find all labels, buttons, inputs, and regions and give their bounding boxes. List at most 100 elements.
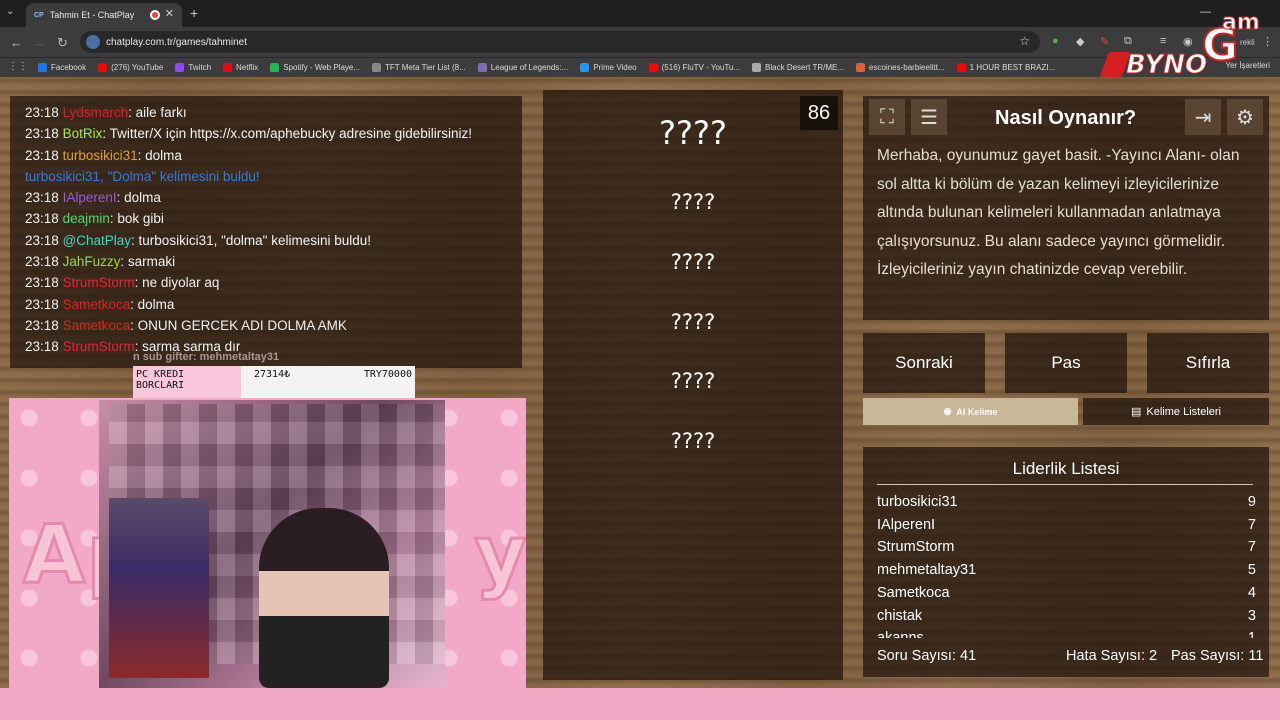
player-name: akanns — [877, 630, 924, 638]
leaderboard-row: Sametkoca 4 — [877, 585, 1256, 601]
bookmark-item[interactable]: Black Desert TR/ME... — [752, 63, 844, 72]
chat-message: 23:18 turbosikici31: dolma — [25, 145, 522, 166]
chat-username[interactable]: StrumStorm — [63, 275, 135, 290]
site-info-icon[interactable] — [86, 35, 100, 49]
fullscreen-icon[interactable]: ⛶ — [869, 99, 905, 135]
bookmark-item[interactable]: Prime Video — [580, 63, 637, 72]
chat-text: : ONUN GERCEK ADI DOLMA AMK — [130, 317, 347, 333]
bookmark-label: Prime Video — [593, 63, 637, 72]
list-icon: ▤ — [1131, 406, 1142, 418]
bookmark-item[interactable]: League of Legends:... — [477, 63, 569, 72]
bookmark-label: 1 HOUR BEST BRAZI... — [969, 63, 1056, 72]
chat-username[interactable]: Sametkoca — [63, 297, 131, 312]
chat-text: : dolma — [116, 190, 161, 206]
bookmark-item[interactable]: Facebook — [38, 63, 86, 72]
bookmark-favicon-icon — [477, 63, 487, 72]
bookmark-item[interactable]: Spotify - Web Playe... — [270, 63, 360, 72]
gear-icon[interactable]: ⚙ — [1227, 99, 1263, 135]
chat-text: : bok gibi — [109, 211, 164, 227]
chat-username[interactable]: BotRix — [63, 126, 103, 141]
bookmark-item[interactable]: escoines-barbieelitt... — [856, 63, 945, 72]
new-tab-button[interactable]: + — [190, 5, 198, 21]
player-name: chistak — [877, 607, 923, 624]
question-count: Soru Sayısı: 41 — [877, 648, 977, 664]
extension-icon[interactable]: ◆ — [1076, 35, 1084, 48]
bookmark-label: (516) FluTV - YouTu... — [661, 63, 741, 72]
error-count: Hata Sayısı: 2 — [1066, 648, 1158, 664]
bookmark-item[interactable]: Netflix — [223, 63, 258, 72]
bookmark-favicon-icon — [752, 63, 762, 72]
bookmark-star-icon[interactable]: ☆ — [1019, 34, 1030, 48]
tab-ai-word[interactable]: ◉ AI Kelime — [863, 398, 1078, 425]
chat-time: 23:18 — [25, 211, 59, 227]
browser-tab[interactable]: CP Tahmin Et - ChatPlay ✕ — [26, 3, 182, 27]
bookmark-label: (276) YouTube — [111, 63, 164, 72]
bookmark-item[interactable]: Twitch — [175, 63, 211, 72]
stream-logo: BYNO G am — [1099, 10, 1260, 81]
pass-button[interactable]: Pas — [1005, 333, 1127, 393]
player-name: IAlperenI — [877, 516, 936, 533]
chat-panel: 23:18 Lydsmarch: aile farkı 23:18 BotRix:… — [10, 96, 522, 368]
bookmark-favicon-icon — [270, 63, 280, 72]
chat-username[interactable]: turbosikici31 — [63, 148, 138, 163]
chat-time: 23:18 — [25, 275, 59, 291]
leaderboard-row: akanns 1 — [877, 630, 1256, 638]
chat-message: 23:18 deajmin: bok gibi — [25, 208, 522, 229]
url-text: chatplay.com.tr/games/tahminet — [106, 36, 247, 48]
chat-username[interactable]: IAlperenI — [63, 190, 117, 205]
chat-username[interactable]: turbosikici31, "Dolma" kelimesini buldu! — [25, 169, 260, 184]
bookmark-favicon-icon — [580, 63, 590, 72]
bookmark-item[interactable]: (276) YouTube — [98, 63, 163, 72]
next-button[interactable]: Sonraki — [863, 333, 985, 393]
pass-count: Pas Sayısı: 11 — [1171, 648, 1264, 664]
reload-icon[interactable]: ↻ — [57, 35, 68, 51]
chat-username[interactable]: Lydsmarch — [63, 105, 129, 120]
chat-username[interactable]: JahFuzzy — [63, 254, 121, 269]
bookmark-favicon-icon — [372, 63, 382, 72]
bookmark-label: League of Legends:... — [490, 63, 569, 72]
bookmark-favicon-icon — [856, 63, 866, 72]
notes-icon[interactable]: ☰ — [911, 99, 947, 135]
url-input[interactable]: chatplay.com.tr/games/tahminet ☆ — [80, 31, 1040, 53]
player-name: Sametkoca — [877, 584, 950, 601]
bookmark-item[interactable]: TFT Meta Tier List (8... — [372, 63, 466, 72]
bookmark-favicon-icon — [175, 63, 185, 72]
tab-search-icon[interactable]: ⌄ — [6, 6, 14, 17]
chat-username[interactable]: StrumStorm — [63, 339, 135, 354]
player-score: 3 — [1247, 607, 1256, 624]
bookmark-item[interactable]: 1 HOUR BEST BRAZI... — [956, 63, 1056, 72]
chat-text: : ne diyolar aq — [134, 275, 220, 291]
bookmark-favicon-icon — [648, 63, 658, 72]
bookmark-favicon-icon — [223, 63, 233, 72]
chat-username[interactable]: Sametkoca — [63, 318, 131, 333]
credit-target: TRY70000 — [363, 369, 412, 380]
back-icon[interactable]: ← — [10, 35, 23, 50]
forward-icon[interactable]: → — [33, 35, 46, 50]
reset-button[interactable]: Sıfırla — [1147, 333, 1269, 393]
chat-time: 23:18 — [25, 147, 59, 163]
chat-username[interactable]: deajmin — [63, 211, 110, 226]
bookmark-label: Spotify - Web Playe... — [283, 63, 361, 72]
address-bar-row: ← → ↻ chatplay.com.tr/games/tahminet ☆ — [0, 27, 1280, 57]
leaderboard-row: chistak 3 — [877, 608, 1256, 624]
superhero-poster — [109, 498, 209, 678]
chat-text: : turbosikici31, "dolma" kelimesini buld… — [131, 232, 371, 248]
close-tab-icon[interactable]: ✕ — [165, 7, 174, 20]
exit-icon[interactable]: ⇥ — [1185, 99, 1221, 135]
chat-text: : aile farkı — [128, 105, 187, 120]
tab-word-lists[interactable]: ▤ Kelime Listeleri — [1083, 398, 1269, 425]
browser-menu-icon[interactable]: ⋮ — [1262, 35, 1273, 48]
bookmark-item[interactable]: (516) FluTV - YouTu... — [648, 63, 741, 72]
chat-time: 23:18 — [25, 232, 59, 248]
apps-grid-icon[interactable]: ⋮⋮ — [8, 61, 28, 72]
forbidden-word: ???? — [670, 310, 716, 334]
leaderboard-row: turbosikici31 9 — [877, 494, 1256, 510]
leaderboard-list[interactable]: turbosikici31 9 IAlperenI 7 StrumStorm 7 mehme… — [863, 490, 1269, 638]
chat-message: 23:18 StrumStorm: ne diyolar aq — [25, 272, 522, 293]
chat-username[interactable]: @ChatPlay — [63, 233, 131, 248]
bookmark-label: Black Desert TR/ME... — [765, 63, 845, 72]
chat-time: 23:18 — [25, 105, 59, 120]
leaderboard-row: StrumStorm 7 — [877, 539, 1256, 555]
extension-icon[interactable]: ● — [1052, 35, 1059, 47]
tab-label: Kelime Listeleri — [1146, 405, 1221, 418]
